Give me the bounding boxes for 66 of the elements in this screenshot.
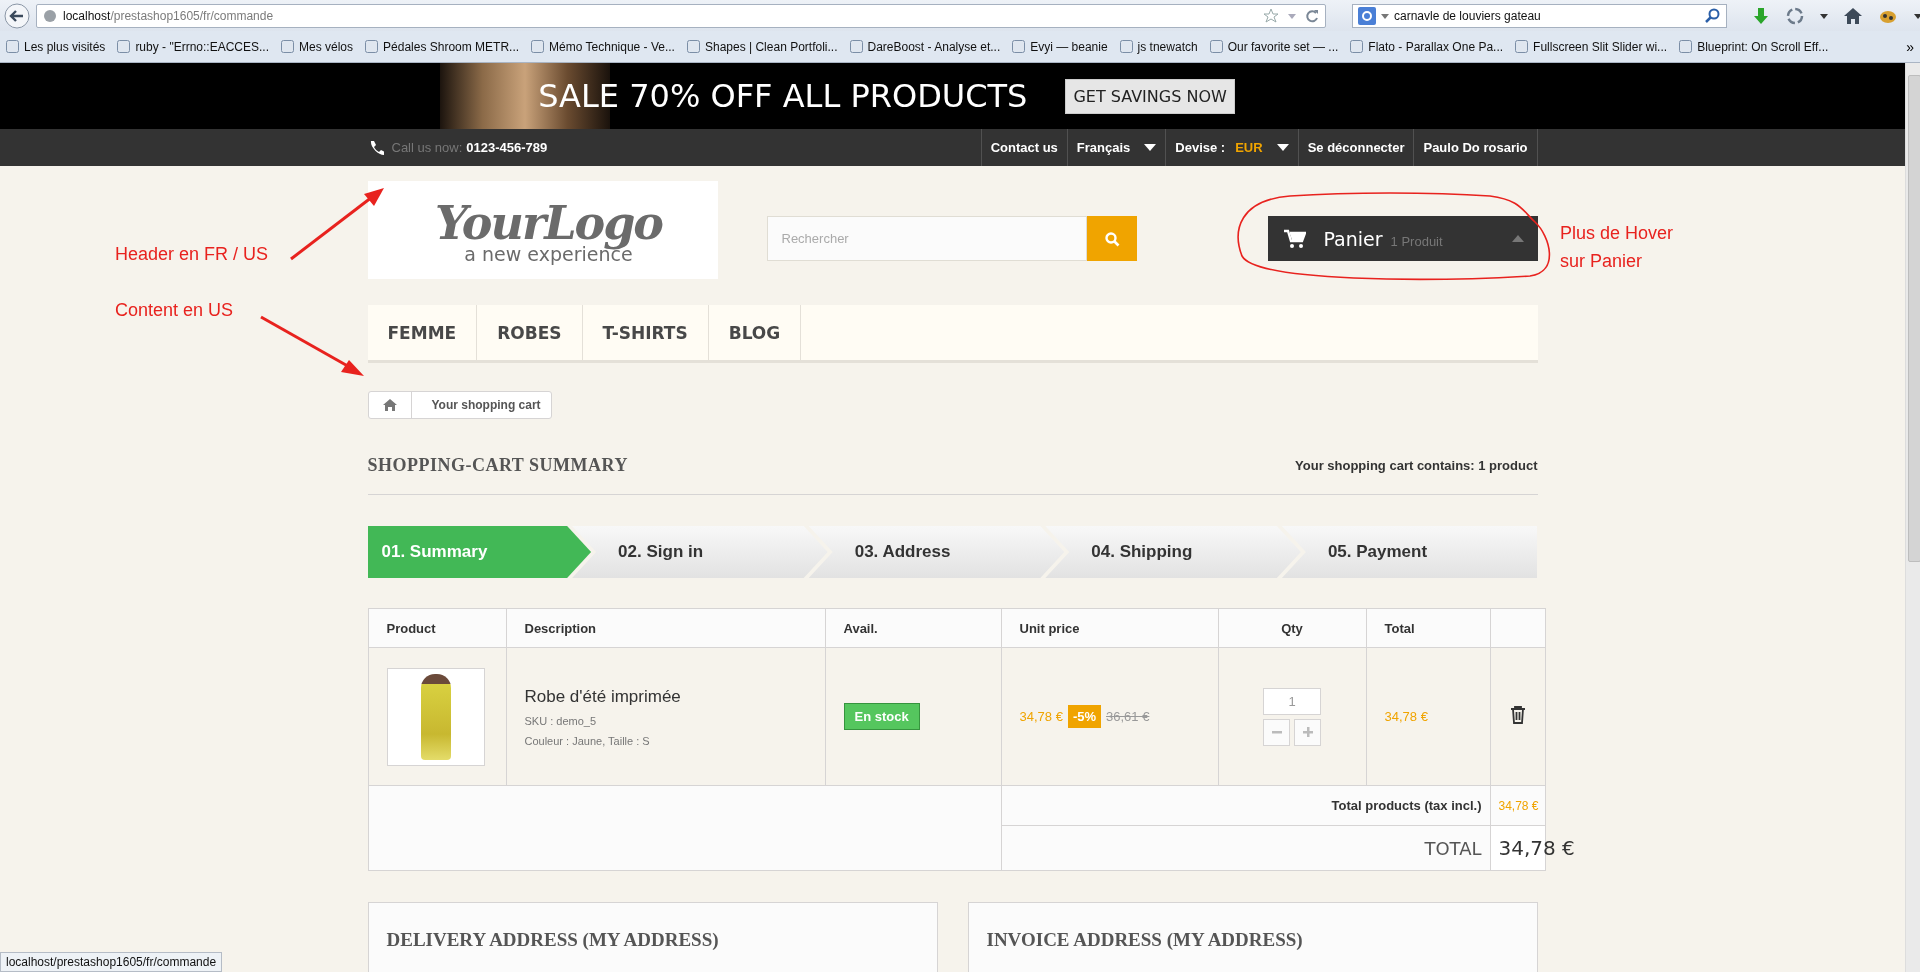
bookmark-link[interactable]: Mémo Technique - Ve... [531,39,675,54]
bookmark-link[interactable]: Flato - Parallax One Pa... [1350,39,1504,54]
checkout-step[interactable]: 05. Payment [1281,526,1538,578]
search-field[interactable]: carnavle de louviers gateau [1352,3,1727,28]
unit-price: 34,78 € [1019,709,1063,724]
column-header: Qty [1218,608,1366,648]
page-heading: SHOPPING-CART SUMMARY [367,455,628,476]
menu-item[interactable]: BLOG [708,305,802,360]
menu-item[interactable]: ROBES [477,305,583,360]
bookmark-link[interactable]: DareBoost - Analyse et... [849,39,1001,54]
column-header: Description [506,608,825,648]
total-label: TOTAL [1424,837,1482,859]
subtotal-value: 34,78 € [1498,798,1539,813]
annotation-text: Header en FR / US [115,243,269,266]
bookmark-link[interactable]: Mes vélos [281,39,354,54]
stock-label: En stock [843,703,920,730]
nav-link[interactable]: Paulo Do rosario [1413,129,1537,166]
address-title: DELIVERY ADDRESS (MY ADDRESS) [386,929,720,951]
breadcrumb-text: Your shopping cart [430,398,542,412]
menu-item[interactable]: FEMME [367,305,478,360]
column-header: Total [1366,608,1490,648]
logo[interactable]: YourLogo a new experience [367,181,718,279]
annotation-text: Content en US [115,299,234,322]
search-field[interactable]: Rechercher [766,216,1087,261]
product-attributes: Couleur : Jaune, Taille : S [524,734,651,747]
savings-button[interactable]: GET SAVINGS NOW [1065,78,1235,114]
cart-button[interactable]: Panier 1 Produit [1267,216,1538,261]
bookmark-link[interactable]: js tnewatch [1119,39,1198,54]
search-text: carnavle de louviers gateau [1394,8,1542,23]
checkout-step[interactable]: 03. Address [808,526,1065,578]
language-dropdown[interactable]: Français [1066,129,1166,166]
bookmark-link[interactable]: Blueprint: On Scroll Eff... [1679,39,1829,54]
column-header: Product [368,608,506,648]
old-price: 36,61 € [1106,709,1150,724]
subtotal-label: Total products (tax incl.) [1331,798,1482,813]
product-sku: SKU : demo_5 [524,714,598,727]
bookmark-link[interactable]: Evyi — beanie [1012,39,1108,54]
address-bar[interactable]: localhost/prestashop1605/fr/commande [36,3,1326,28]
bookmark-link[interactable]: Fullscreen Slit Slider wi... [1515,39,1668,54]
bookmark-link[interactable]: Les plus visités [6,39,106,54]
bookmark-link[interactable]: Our favorite set — ... [1209,39,1339,54]
more-bookmarks-button[interactable]: » [1906,38,1914,55]
call-label: Call us now: [391,140,463,155]
banner-text: SALE 70% OFF ALL PRODUCTS [538,77,1028,115]
line-total: 34,78 € [1366,647,1490,786]
menu-item[interactable]: T-SHIRTS [582,305,709,360]
product-name-link[interactable]: Robe d'été imprimée [524,686,807,707]
nav-link[interactable]: Se déconnecter [1297,129,1414,166]
column-header: Unit price [1001,608,1218,648]
address-bar-text: localhost/prestashop1605/fr/commande [63,8,275,23]
bookmark-link[interactable]: Pédales Shroom METR... [365,39,520,54]
bookmark-link[interactable]: ruby - "Errno::EACCES... [117,39,269,54]
discount-label: -5% [1067,705,1101,728]
currency-dropdown[interactable]: Devise : EUR [1165,129,1298,166]
bookmark-link[interactable]: Shapes | Clean Portfoli... [686,39,838,54]
column-header: Avail. [825,608,1001,648]
cart-count-text: Your shopping cart contains: 1 product [1295,458,1538,473]
address-title: INVOICE ADDRESS (MY ADDRESS) [986,929,1304,951]
checkout-step[interactable]: 04. Shipping [1045,526,1301,578]
promo-banner[interactable]: SALE 70% OFF ALL PRODUCTS GET SAVINGS NOW [0,63,1905,129]
nav-link[interactable]: Contact us [980,129,1067,166]
total-value: 34,78 € [1498,836,1575,860]
status-bar: localhost/prestashop1605/fr/commande [0,952,223,972]
phone-number: 0123-456-789 [466,140,548,155]
checkout-step[interactable]: 02. Sign in [572,526,828,578]
annotation-text: Plus de Hover sur Panier [1560,222,1675,273]
